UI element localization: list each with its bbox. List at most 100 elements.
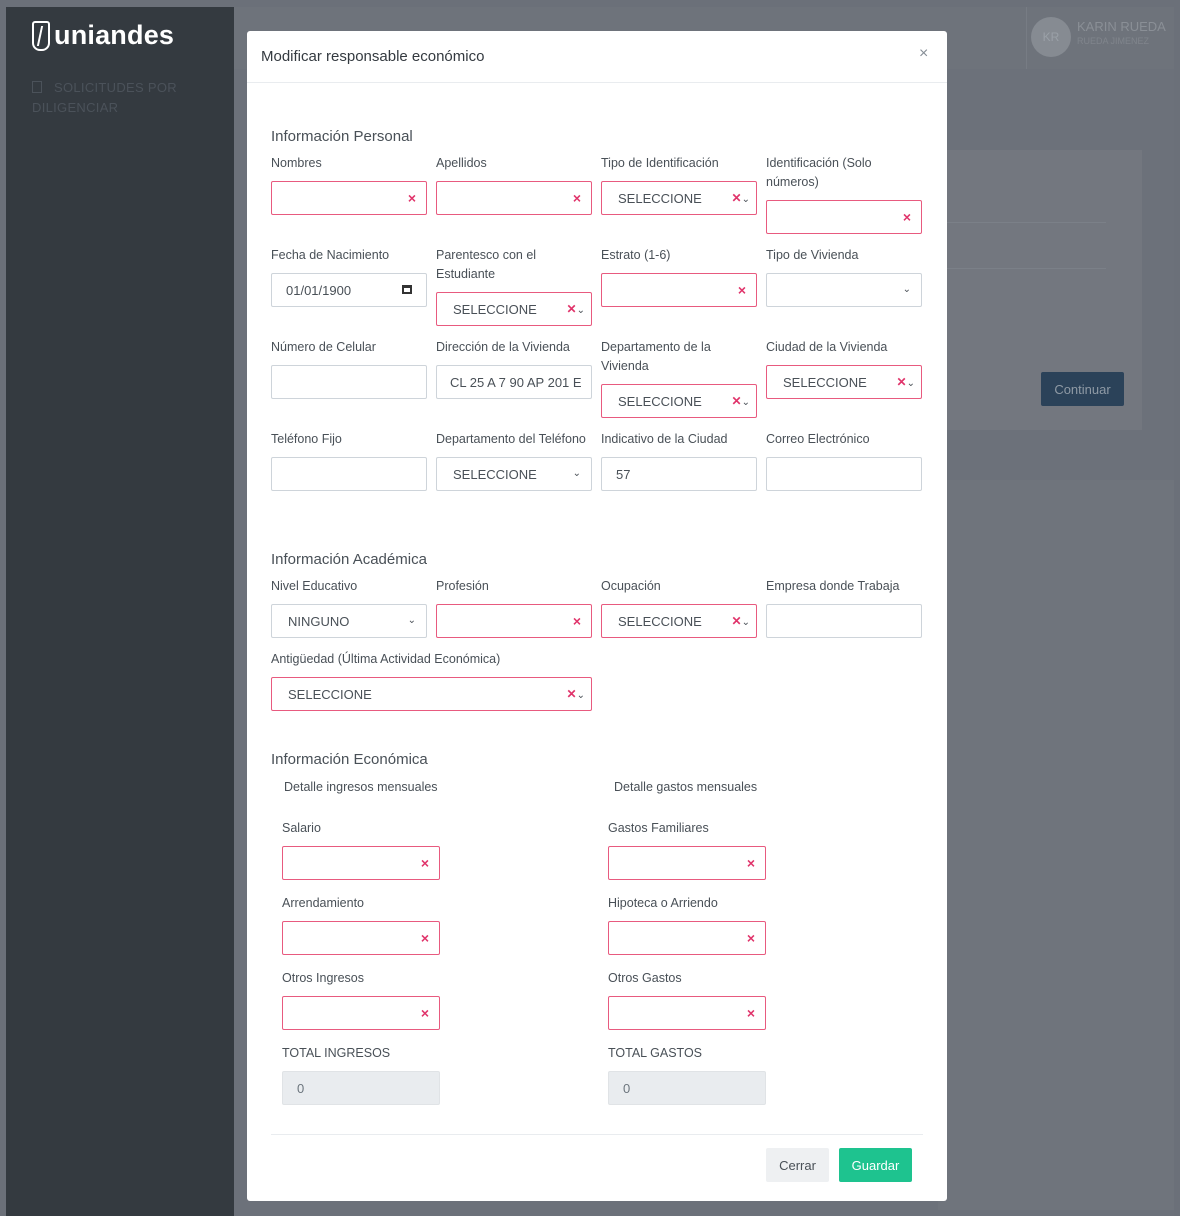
label-estrato: Estrato (1-6) <box>601 248 671 262</box>
clear-icon[interactable]: × <box>573 614 581 628</box>
ocupacion-select[interactable]: SELECCIONE ✕⌄ <box>601 604 757 638</box>
clear-icon[interactable]: × <box>747 856 755 870</box>
footer-divider <box>271 1134 923 1135</box>
label-identificacion: Identificación (Solo números) <box>766 156 872 189</box>
sidebar-item-solicitudes[interactable]: SOLICITUDES POR DILIGENCIAR <box>32 78 202 118</box>
modal-title: Modificar responsable económico <box>261 48 485 65</box>
chevron-down-icon: ✕⌄ <box>731 191 750 205</box>
gastos-familiares-input[interactable]: × <box>608 846 766 880</box>
label-celular: Número de Celular <box>271 340 376 354</box>
chevron-down-icon: ✕⌄ <box>731 394 750 408</box>
guardar-button[interactable]: Guardar <box>839 1148 912 1182</box>
sidebar-item-label: SOLICITUDES POR DILIGENCIAR <box>32 80 177 115</box>
apellidos-input[interactable]: × <box>436 181 592 215</box>
chevron-down-icon: ✕⌄ <box>896 375 915 389</box>
label-indicativo: Indicativo de la Ciudad <box>601 432 728 446</box>
otros-ingresos-input[interactable]: × <box>282 996 440 1030</box>
label-total-gastos: TOTAL GASTOS <box>608 1046 703 1060</box>
label-otros-ingresos: Otros Ingresos <box>282 971 364 985</box>
telefono-fijo-input[interactable] <box>271 457 427 491</box>
label-depto-telefono: Departamento del Teléfono <box>436 432 586 446</box>
continue-button[interactable]: Continuar <box>1041 372 1124 406</box>
profesion-input[interactable]: × <box>436 604 592 638</box>
section-title-economic: Información Económica <box>271 751 428 768</box>
section-title-personal: Información Personal <box>271 128 413 145</box>
indicativo-input[interactable]: 57 <box>601 457 757 491</box>
label-total-ingresos: TOTAL INGRESOS <box>282 1046 391 1060</box>
estrato-input[interactable]: × <box>601 273 757 307</box>
chevron-down-icon: ⌄ <box>572 468 581 479</box>
clear-icon[interactable]: × <box>421 856 429 870</box>
arrendamiento-input[interactable]: × <box>282 921 440 955</box>
clear-icon[interactable]: × <box>747 1006 755 1020</box>
depto-telefono-select[interactable]: SELECCIONE ⌄ <box>436 457 592 491</box>
user-subname: RUEDA JIMENEZ <box>1077 36 1150 46</box>
total-gastos-field: 0 <box>608 1071 766 1105</box>
chevron-down-icon: ⌄ <box>902 284 911 295</box>
label-telefono-fijo: Teléfono Fijo <box>271 432 342 446</box>
label-direccion: Dirección de la Vivienda <box>436 340 570 354</box>
label-ciudad-vivienda: Ciudad de la Vivienda <box>766 340 888 354</box>
correo-input[interactable] <box>766 457 922 491</box>
avatar[interactable]: KR <box>1031 17 1071 57</box>
sidebar <box>6 7 234 1216</box>
label-nivel-educativo: Nivel Educativo <box>271 579 358 593</box>
label-fecha-nacimiento: Fecha de Nacimiento <box>271 248 390 262</box>
background-divider <box>946 222 1106 223</box>
otros-gastos-input[interactable]: × <box>608 996 766 1030</box>
hipoteca-input[interactable]: × <box>608 921 766 955</box>
label-hipoteca: Hipoteca o Arriendo <box>608 896 718 910</box>
label-ocupacion: Ocupación <box>601 579 661 593</box>
label-antiguedad: Antigüedad (Última Actividad Económica) <box>271 652 501 666</box>
celular-input[interactable] <box>271 365 427 399</box>
close-icon[interactable]: × <box>919 45 928 63</box>
label-tipo-identificacion: Tipo de Identificación <box>601 156 719 170</box>
nivel-educativo-select[interactable]: NINGUNO ⌄ <box>271 604 427 638</box>
calendar-icon[interactable] <box>402 285 412 294</box>
identificacion-input[interactable]: × <box>766 200 922 234</box>
chevron-down-icon: ✕⌄ <box>566 302 585 316</box>
tipo-vivienda-select[interactable]: ⌄ <box>766 273 922 307</box>
modal-dialog: Modificar responsable económico × Inform… <box>247 31 947 1201</box>
background-panel <box>938 480 1174 1210</box>
clear-icon[interactable]: × <box>738 283 746 297</box>
salario-input[interactable]: × <box>282 846 440 880</box>
label-correo: Correo Electrónico <box>766 432 870 446</box>
label-arrendamiento: Arrendamiento <box>282 896 364 910</box>
modal-header: Modificar responsable económico × <box>247 31 947 83</box>
total-ingresos-field: 0 <box>282 1071 440 1105</box>
clear-icon[interactable]: × <box>421 931 429 945</box>
depto-vivienda-select[interactable]: SELECCIONE ✕⌄ <box>601 384 757 418</box>
section-title-academic: Información Académica <box>271 551 427 568</box>
label-tipo-vivienda: Tipo de Vivienda <box>766 248 859 262</box>
chevron-down-icon: ⌄ <box>407 615 416 626</box>
parentesco-select[interactable]: SELECCIONE ✕⌄ <box>436 292 592 326</box>
label-empresa: Empresa donde Trabaja <box>766 579 900 593</box>
nombres-input[interactable]: × <box>271 181 427 215</box>
label-salario: Salario <box>282 821 321 835</box>
clipboard-icon <box>32 81 42 93</box>
label-depto-vivienda: Departamento de la Vivienda <box>601 340 711 373</box>
clear-icon[interactable]: × <box>747 931 755 945</box>
chevron-down-icon: ✕⌄ <box>731 614 750 628</box>
ciudad-vivienda-select[interactable]: SELECCIONE ✕⌄ <box>766 365 922 399</box>
clear-icon[interactable]: × <box>408 191 416 205</box>
cerrar-button[interactable]: Cerrar <box>766 1148 829 1182</box>
background-divider <box>946 268 1106 269</box>
label-parentesco: Parentesco con el Estudiante <box>436 248 537 281</box>
gastos-header: Detalle gastos mensuales <box>614 780 758 794</box>
empresa-input[interactable] <box>766 604 922 638</box>
tipo-identificacion-select[interactable]: SELECCIONE ✕⌄ <box>601 181 757 215</box>
uniandes-logo[interactable]: uniandes <box>32 20 174 51</box>
label-nombres: Nombres <box>271 156 322 170</box>
label-profesion: Profesión <box>436 579 489 593</box>
clear-icon[interactable]: × <box>903 210 911 224</box>
antiguedad-select[interactable]: SELECCIONE ✕⌄ <box>271 677 592 711</box>
label-otros-gastos: Otros Gastos <box>608 971 682 985</box>
fecha-nacimiento-input[interactable]: 01/01/1900 <box>271 273 427 307</box>
direccion-input[interactable]: CL 25 A 7 90 AP 201 E <box>436 365 592 399</box>
logo-text: uniandes <box>54 20 175 50</box>
clear-icon[interactable]: × <box>421 1006 429 1020</box>
user-name: KARIN RUEDA <box>1077 19 1166 34</box>
clear-icon[interactable]: × <box>573 191 581 205</box>
